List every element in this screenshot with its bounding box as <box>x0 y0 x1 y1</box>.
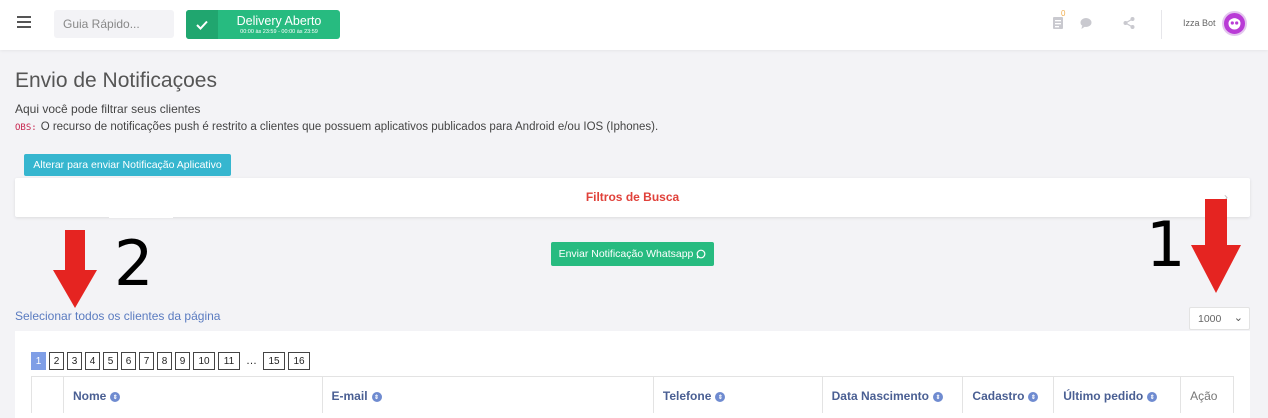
column-select <box>32 377 64 413</box>
delivery-status-label: Delivery Aberto <box>236 14 322 28</box>
column-header-email[interactable]: E-mail ⇕ <box>323 377 654 413</box>
quick-guide-input[interactable]: Guia Rápido... <box>54 10 174 38</box>
table-header: Nome ⇕ E-mail ⇕ Telefone ⇕ Data Nascimento ⇕… <box>31 376 1234 413</box>
column-label: Nome <box>72 389 107 403</box>
page-subtitle: Aqui você pode filtrar seus clientes <box>15 102 201 116</box>
page-link[interactable]: 4 <box>85 352 100 370</box>
bot-avatar-icon <box>1228 16 1241 30</box>
page-link[interactable]: 9 <box>175 352 190 370</box>
page-title: Envio de Notificaçoes <box>15 69 217 92</box>
user-name[interactable]: Izza Bot <box>1183 18 1216 28</box>
page-link[interactable]: 16 <box>288 352 310 370</box>
column-label: Data Nascimento <box>831 389 930 403</box>
obs-text: O recurso de notificações push é restrit… <box>40 121 659 133</box>
column-header-cadastro[interactable]: Cadastro ⇕ <box>963 377 1055 413</box>
obs-note: OBS: O recurso de notificações push é res… <box>15 121 658 133</box>
pagination: 1 2 3 4 5 6 7 8 9 10 11 … 15 16 <box>31 352 310 370</box>
whatsapp-icon <box>697 249 706 259</box>
obs-code: OBS: <box>15 123 37 133</box>
sort-icon[interactable]: ⇕ <box>110 392 121 402</box>
divider <box>1161 10 1162 39</box>
check-icon <box>186 10 218 39</box>
column-label: Telefone <box>662 389 712 403</box>
annotation-label-2: 2 <box>114 227 154 300</box>
column-label: Último pedido <box>1063 389 1144 403</box>
column-label: Ação <box>1190 389 1218 403</box>
column-header-ultimo-pedido[interactable]: Último pedido ⇕ <box>1054 377 1182 413</box>
menu-icon[interactable] <box>17 16 31 28</box>
page-link[interactable]: 10 <box>193 352 215 370</box>
page-link[interactable]: 6 <box>121 352 136 370</box>
filters-title: Filtros de Busca <box>585 190 680 204</box>
clients-card: 1 2 3 4 5 6 7 8 9 10 11 … 15 16 Nome ⇕ E-… <box>15 331 1250 418</box>
column-label: E-mail <box>331 389 368 403</box>
sort-icon[interactable]: ⇕ <box>715 392 726 402</box>
column-label: Cadastro <box>972 389 1025 403</box>
column-header-acao: Ação <box>1181 377 1233 413</box>
delivery-hours: 00:00 às 23:59 - 00:00 às 23:59 <box>240 29 318 35</box>
page-link[interactable]: 2 <box>49 352 64 370</box>
page-size-value: 1000 <box>1198 313 1222 325</box>
switch-app-notification-button[interactable]: Alterar para enviar Notificação Aplicati… <box>24 154 231 176</box>
chevron-down-icon: ⌄ <box>1233 312 1243 324</box>
avatar[interactable] <box>1222 11 1247 36</box>
sort-icon[interactable]: ⇕ <box>1028 392 1039 402</box>
column-header-data-nascimento[interactable]: Data Nascimento ⇕ <box>823 377 964 413</box>
select-all-clients-link[interactable]: Selecionar todos os clientes da página <box>15 309 220 323</box>
page-link[interactable]: 3 <box>67 352 82 370</box>
orders-icon[interactable] <box>1051 16 1065 30</box>
annotation-label-1: 1 <box>1146 208 1186 281</box>
send-whatsapp-label: Enviar Notificação Whatsapp <box>558 248 694 260</box>
pagination-ellipsis: … <box>246 355 257 367</box>
page-link[interactable]: 1 <box>31 352 46 370</box>
chat-icon[interactable] <box>1079 16 1093 30</box>
page-link[interactable]: 11 <box>218 352 240 370</box>
page-link[interactable]: 15 <box>263 352 285 370</box>
red-arrow-1-icon <box>1191 199 1241 293</box>
sort-icon[interactable]: ⇕ <box>1147 392 1158 402</box>
orders-badge: 0 <box>1061 9 1066 18</box>
red-arrow-2-icon <box>53 230 97 308</box>
top-bar: Guia Rápido... Delivery Aberto 00:00 às … <box>0 0 1268 50</box>
delivery-status-button[interactable]: Delivery Aberto 00:00 às 23:59 - 00:00 à… <box>186 10 340 39</box>
sort-icon[interactable]: ⇕ <box>933 392 944 402</box>
filters-tab-marker <box>109 216 173 218</box>
send-whatsapp-button[interactable]: Enviar Notificação Whatsapp <box>551 242 714 266</box>
page-link[interactable]: 5 <box>103 352 118 370</box>
page-link[interactable]: 7 <box>139 352 154 370</box>
share-icon[interactable] <box>1122 16 1136 30</box>
page-link[interactable]: 8 <box>157 352 172 370</box>
sort-icon[interactable]: ⇕ <box>371 392 382 402</box>
column-header-telefone[interactable]: Telefone ⇕ <box>654 377 823 413</box>
page-size-select[interactable]: 1000 ⌄ <box>1189 307 1250 330</box>
search-filters-panel[interactable]: Filtros de Busca › <box>15 178 1250 218</box>
column-header-nome[interactable]: Nome ⇕ <box>64 377 323 413</box>
